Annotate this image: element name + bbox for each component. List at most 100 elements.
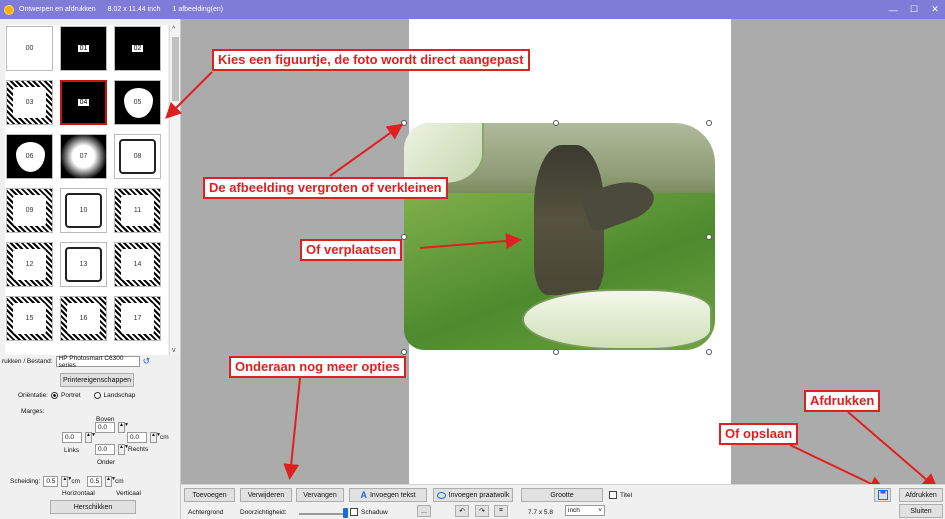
insert-bubble-label: Invoegen praatwolk — [448, 491, 510, 499]
resize-handle-br[interactable] — [706, 349, 712, 355]
landscape-radio[interactable] — [93, 392, 101, 399]
replace-button[interactable]: Vervangen — [296, 488, 344, 502]
bottom-margin-field[interactable]: 0.0 — [95, 444, 115, 455]
shadow-checkbox[interactable] — [350, 508, 358, 516]
size-button[interactable]: Grootte — [521, 488, 603, 502]
mask-thumb-05[interactable]: 05 — [114, 80, 161, 125]
spacing-vertical-spinner[interactable]: ▲▼ — [105, 476, 116, 487]
spacing-h-unit: cm — [71, 478, 81, 485]
more-button[interactable]: ... — [417, 505, 431, 517]
thumbnail-scrollbar[interactable]: ^ v — [169, 25, 180, 355]
spacing-v-unit: cm — [115, 478, 124, 485]
background-label[interactable]: Achtergrond — [188, 509, 223, 516]
mask-thumb-04[interactable]: 04 — [60, 80, 107, 125]
transparency-slider-knob[interactable] — [343, 508, 348, 518]
mask-thumb-15[interactable]: 15 — [6, 296, 53, 341]
close-button[interactable]: Sluiten — [899, 504, 943, 518]
mask-thumb-14[interactable]: 14 — [114, 242, 161, 287]
scroll-up-icon[interactable]: ^ — [172, 26, 175, 33]
masked-photo[interactable] — [404, 123, 715, 350]
orientation-label: Oriëntatie: — [18, 392, 48, 399]
mask-thumbnail-grid: 00 01 02 03 04 05 06 07 08 09 10 11 12 1… — [5, 25, 168, 355]
refresh-icon[interactable]: ↺ — [143, 356, 151, 367]
spacing-vertical-field[interactable]: 0.5 — [87, 476, 103, 487]
mask-thumb-16[interactable]: 16 — [60, 296, 107, 341]
printer-properties-button[interactable]: Printereigenschappen — [60, 373, 134, 387]
mask-thumb-09[interactable]: 09 — [6, 188, 53, 233]
shadow-label: Schaduw — [361, 508, 388, 516]
mask-thumb-01[interactable]: 01 — [60, 26, 107, 71]
image-count: 1 afbeelding(en) — [172, 6, 224, 13]
margin-unit: cm — [160, 434, 169, 441]
print-button[interactable]: Afdrukken — [899, 488, 943, 502]
bottom-margin-label: Onder — [97, 459, 116, 466]
mask-thumb-00[interactable]: 00 — [6, 26, 53, 71]
mask-thumb-17[interactable]: 17 — [114, 296, 161, 341]
unit-select[interactable]: inch ˅ — [565, 505, 605, 516]
speech-bubble-icon — [436, 491, 446, 499]
resize-handle-t[interactable] — [553, 120, 559, 126]
mask-thumb-08[interactable]: 08 — [114, 134, 161, 179]
scrollbar-thumb[interactable] — [172, 37, 179, 101]
resize-handle-r[interactable] — [706, 234, 712, 240]
right-margin-field[interactable]: 0.0 — [127, 432, 147, 443]
title-checkbox[interactable] — [609, 491, 617, 499]
insert-text-button[interactable]: A Invoegen tekst — [349, 488, 427, 502]
printer-label: rukken / Bestand: — [2, 358, 53, 365]
save-button[interactable] — [874, 488, 891, 502]
mask-thumb-12[interactable]: 12 — [6, 242, 53, 287]
crop-icon[interactable]: ⌗ — [494, 505, 508, 517]
transparency-slider[interactable] — [299, 513, 343, 515]
app-title: Ontwerpen en afdrukken — [19, 6, 96, 13]
resize-handle-b[interactable] — [553, 349, 559, 355]
mask-thumb-13[interactable]: 13 — [60, 242, 107, 287]
app-icon — [4, 4, 14, 15]
printer-select[interactable]: HP Photosmart C6300 series — [55, 355, 140, 369]
rotate-left-icon[interactable]: ↶ — [455, 505, 469, 517]
mask-thumb-06[interactable]: 06 — [6, 134, 53, 179]
annotation-resize: De afbeelding vergroten of verkleinen — [203, 177, 448, 199]
title-bar: Ontwerpen en afdrukken 8.02 x 11.44 inch… — [0, 0, 945, 19]
canvas-margin-right — [731, 19, 945, 484]
mask-thumb-07[interactable]: 07 — [60, 134, 107, 179]
top-margin-field[interactable]: 0.0 — [95, 422, 115, 433]
save-icon — [877, 490, 888, 500]
maximize-icon[interactable]: ☐ — [904, 0, 924, 19]
close-icon[interactable]: ✕ — [925, 0, 945, 19]
scroll-down-icon[interactable]: v — [172, 347, 176, 354]
top-margin-spinner[interactable]: ▲▼ — [118, 422, 129, 433]
annotation-more-options: Onderaan nog meer opties — [229, 356, 406, 378]
left-margin-spinner[interactable]: ▲▼ — [85, 432, 96, 443]
chevron-down-icon: ˅ — [598, 507, 602, 514]
insert-bubble-button[interactable]: Invoegen praatwolk — [433, 488, 513, 502]
bottom-margin-spinner[interactable]: ▲▼ — [118, 444, 129, 455]
rearrange-button[interactable]: Herschikken — [50, 500, 136, 514]
insert-text-label: Invoegen tekst — [369, 491, 416, 499]
resize-handle-tl[interactable] — [401, 120, 407, 126]
rotate-right-icon[interactable]: ↷ — [475, 505, 489, 517]
document-size: 8.02 x 11.44 inch — [107, 6, 161, 13]
annotation-choose-figure: Kies een figuurtje, de foto wordt direct… — [212, 49, 530, 71]
annotation-print: Afdrukken — [804, 390, 881, 412]
title-label: Titel — [620, 491, 633, 499]
portrait-radio[interactable] — [51, 392, 58, 399]
spacing-horizontal-spinner[interactable]: ▲▼ — [61, 476, 72, 487]
mask-thumb-11[interactable]: 11 — [114, 188, 161, 233]
add-button[interactable]: Toevoegen — [184, 488, 235, 502]
mask-thumb-10[interactable]: 10 — [60, 188, 107, 233]
mask-thumb-03[interactable]: 03 — [6, 80, 53, 125]
annotation-move: Of verplaatsen — [300, 239, 403, 261]
mask-thumb-02[interactable]: 02 — [114, 26, 161, 71]
scroll-curl — [522, 289, 712, 350]
landscape-label: Landschap — [103, 392, 136, 399]
resize-handle-bl[interactable] — [401, 349, 407, 355]
left-margin-field[interactable]: 0.0 — [62, 432, 82, 443]
left-margin-label: Links — [64, 447, 80, 454]
spacing-horizontal-field[interactable]: 0.5 — [43, 476, 59, 487]
minimize-icon[interactable]: — — [883, 0, 903, 19]
remove-button[interactable]: Verwijderen — [240, 488, 292, 502]
left-panel: 00 01 02 03 04 05 06 07 08 09 10 11 12 1… — [0, 19, 181, 519]
resize-handle-tr[interactable] — [706, 120, 712, 126]
right-margin-label: Rechts — [128, 446, 149, 453]
right-margin-spinner[interactable]: ▲▼ — [150, 432, 161, 443]
